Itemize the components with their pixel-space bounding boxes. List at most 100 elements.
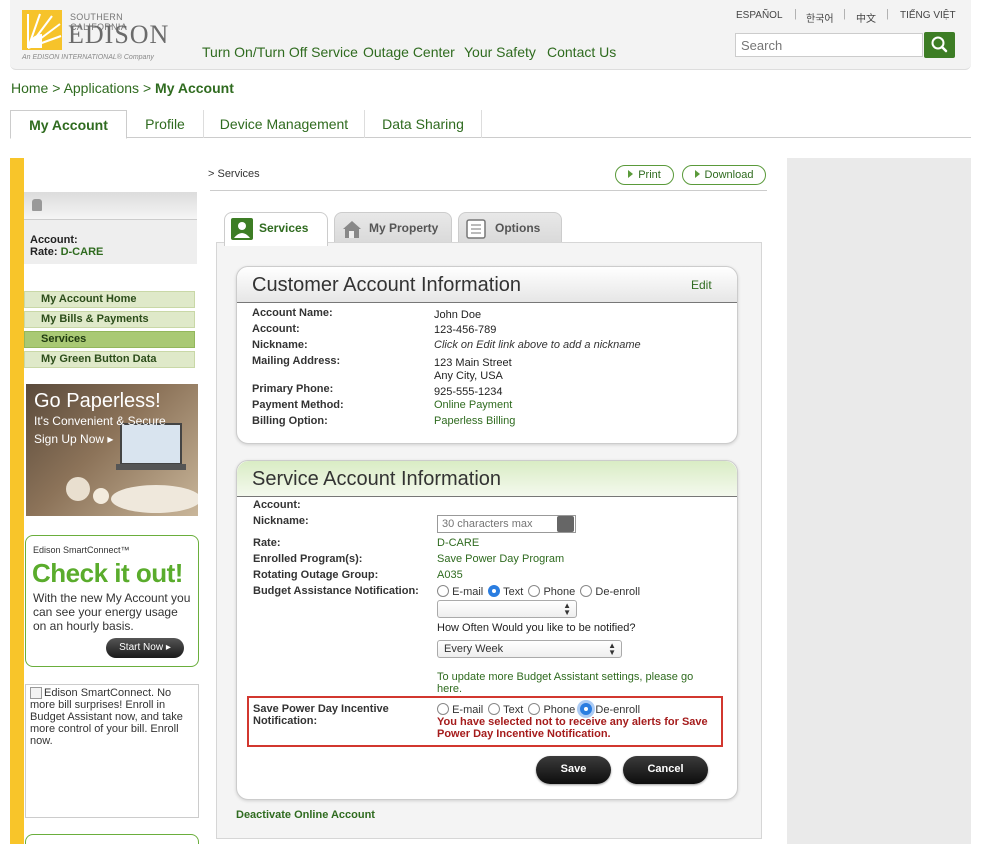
budget-radio-deenroll[interactable] xyxy=(580,585,593,597)
deactivate-account-link[interactable]: Deactivate Online Account xyxy=(236,809,375,821)
service-nickname-label: Nickname: xyxy=(253,515,309,527)
budget-notification-label: Budget Assistance Notification: xyxy=(253,585,419,597)
sidebar-item-services[interactable]: Services xyxy=(24,331,195,348)
budget-settings-link[interactable]: To update more Budget Assistant settings… xyxy=(437,671,717,695)
search-input[interactable] xyxy=(735,33,923,57)
account-label: Account: xyxy=(30,234,78,246)
edit-link[interactable]: Edit xyxy=(691,278,712,292)
paperless-subtitle: It's Convenient & Secure xyxy=(34,414,166,428)
house-icon xyxy=(341,218,363,240)
account-value: 123-456-789 xyxy=(434,324,497,336)
search-icon xyxy=(931,36,948,53)
sidebar-item-my-account-home[interactable]: My Account Home xyxy=(24,291,195,308)
outage-group-value: A035 xyxy=(437,569,463,581)
lang-separator: | xyxy=(794,8,797,20)
save-button[interactable]: Save xyxy=(536,756,611,784)
tab-data-sharing[interactable]: Data Sharing xyxy=(365,110,482,138)
breadcrumb-separator: > xyxy=(142,80,152,96)
tab-profile[interactable]: Profile xyxy=(127,110,204,138)
services-crumb: > Services xyxy=(208,168,260,180)
character-counter-icon xyxy=(557,516,574,532)
subtab-services[interactable]: Services xyxy=(224,212,328,246)
options-icon xyxy=(465,218,487,240)
nav-outage-center[interactable]: Outage Center xyxy=(363,44,455,60)
sun-logo-icon xyxy=(22,10,62,50)
account-name-label: Account Name: xyxy=(252,307,333,319)
customer-account-card: Customer Account Information Edit Accoun… xyxy=(236,266,738,444)
spd-notification-label: Save Power Day Incentive Notification: xyxy=(253,703,389,727)
sidebar-item-green-button[interactable]: My Green Button Data xyxy=(24,351,195,368)
frequency-select[interactable]: Every Week ▲ ▼ xyxy=(437,640,622,658)
nav-contact-us[interactable]: Contact Us xyxy=(547,44,616,60)
service-account-card: Service Account Information Account: Nic… xyxy=(236,460,738,800)
tab-my-account[interactable]: My Account xyxy=(10,110,127,139)
primary-phone-label: Primary Phone: xyxy=(252,383,334,395)
billing-option-label: Billing Option: xyxy=(252,415,328,427)
budget-radio-phone[interactable] xyxy=(528,585,541,597)
tab-device-management[interactable]: Device Management xyxy=(204,110,365,138)
lang-separator: | xyxy=(843,8,846,20)
lock-icon xyxy=(32,199,42,211)
account-summary: Account: Rate: D-CARE xyxy=(24,192,197,264)
accent-bar xyxy=(10,158,24,844)
card-title: Service Account Information xyxy=(252,468,502,490)
smartconnect-headline: Check it out! xyxy=(32,558,183,588)
chevron-right-icon: ▸ xyxy=(107,432,114,446)
payment-method-value[interactable]: Online Payment xyxy=(434,399,512,411)
download-button[interactable]: Download xyxy=(682,165,766,185)
mailing-address-label: Mailing Address: xyxy=(252,355,341,367)
sidebar-item-bills-payments[interactable]: My Bills & Payments xyxy=(24,311,195,328)
spd-radio-phone[interactable] xyxy=(528,703,541,715)
nav-turn-on-off[interactable]: Turn On/Turn Off Service xyxy=(202,44,358,60)
broken-image-alt-text: Edison SmartConnect. No more bill surpri… xyxy=(30,687,183,747)
enrolled-programs-label: Enrolled Program(s): xyxy=(253,553,363,565)
smartconnect-body: With the new My Account you can see your… xyxy=(33,591,191,633)
triangle-right-icon xyxy=(694,170,700,178)
service-rate-value: D-CARE xyxy=(437,537,480,549)
print-button[interactable]: Print xyxy=(615,165,674,185)
billing-option-value[interactable]: Paperless Billing xyxy=(434,415,515,427)
go-paperless-banner[interactable]: Go Paperless! It's Convenient & Secure S… xyxy=(26,384,198,516)
subtab-options[interactable]: Options xyxy=(458,212,562,244)
person-icon xyxy=(231,218,253,240)
budget-radio-text[interactable] xyxy=(488,585,501,597)
budget-method-select[interactable]: ▲ ▼ xyxy=(437,600,577,618)
breadcrumb-home[interactable]: Home xyxy=(11,80,48,96)
spd-radio-deenroll[interactable] xyxy=(580,703,593,715)
lang-vietnamese[interactable]: TIẾNG VIỆT xyxy=(900,10,956,21)
nickname-hint: Click on Edit link above to add a nickna… xyxy=(434,339,641,351)
card-title: Customer Account Information xyxy=(252,274,522,296)
budget-radio-group: E-mail Text Phone De-enroll xyxy=(437,585,642,598)
lang-korean[interactable]: 한국어 xyxy=(806,10,834,25)
search-button[interactable] xyxy=(924,32,955,58)
triangle-right-icon xyxy=(628,170,634,178)
nav-your-safety[interactable]: Your Safety xyxy=(464,44,536,60)
lang-chinese[interactable]: 中文 xyxy=(856,10,876,25)
rate-line: Rate: D-CARE xyxy=(30,246,103,258)
bottom-promo xyxy=(25,834,199,844)
breadcrumb: Home > Applications > My Account xyxy=(11,80,234,96)
main-tabs: My Account Profile Device Management Dat… xyxy=(10,110,971,139)
broken-image-ad[interactable]: Edison SmartConnect. No more bill surpri… xyxy=(25,684,199,818)
spd-radio-group: E-mail Text Phone De-enroll xyxy=(437,703,642,716)
budget-radio-email[interactable] xyxy=(437,585,449,597)
start-now-button[interactable]: Start Now ▸ xyxy=(106,638,184,658)
service-account-label: Account: xyxy=(253,499,301,511)
select-arrows-icon: ▲ ▼ xyxy=(563,601,571,617)
outage-group-label: Rotating Outage Group: xyxy=(253,569,379,581)
payment-method-label: Payment Method: xyxy=(252,399,344,411)
subtab-my-property[interactable]: My Property xyxy=(334,212,452,244)
lang-spanish[interactable]: ESPAÑOL xyxy=(736,10,783,21)
primary-phone-value: 925-555-1234 xyxy=(434,386,503,398)
rate-label: Rate: xyxy=(30,246,58,258)
breadcrumb-applications[interactable]: Applications xyxy=(64,80,140,96)
edison-logo[interactable]: SOUTHERN CALIFORNIA EDISON An EDISON INT… xyxy=(22,8,172,64)
spd-radio-email[interactable] xyxy=(437,703,449,715)
how-often-label: How Often Would you like to be notified? xyxy=(437,622,636,634)
account-label: Account: xyxy=(252,323,300,335)
spd-radio-text[interactable] xyxy=(488,703,501,715)
cancel-button[interactable]: Cancel xyxy=(623,756,708,784)
nickname-input[interactable] xyxy=(437,515,576,533)
enrolled-programs-value[interactable]: Save Power Day Program xyxy=(437,553,564,565)
paperless-signup-link[interactable]: Sign Up Now ▸ xyxy=(34,432,113,446)
